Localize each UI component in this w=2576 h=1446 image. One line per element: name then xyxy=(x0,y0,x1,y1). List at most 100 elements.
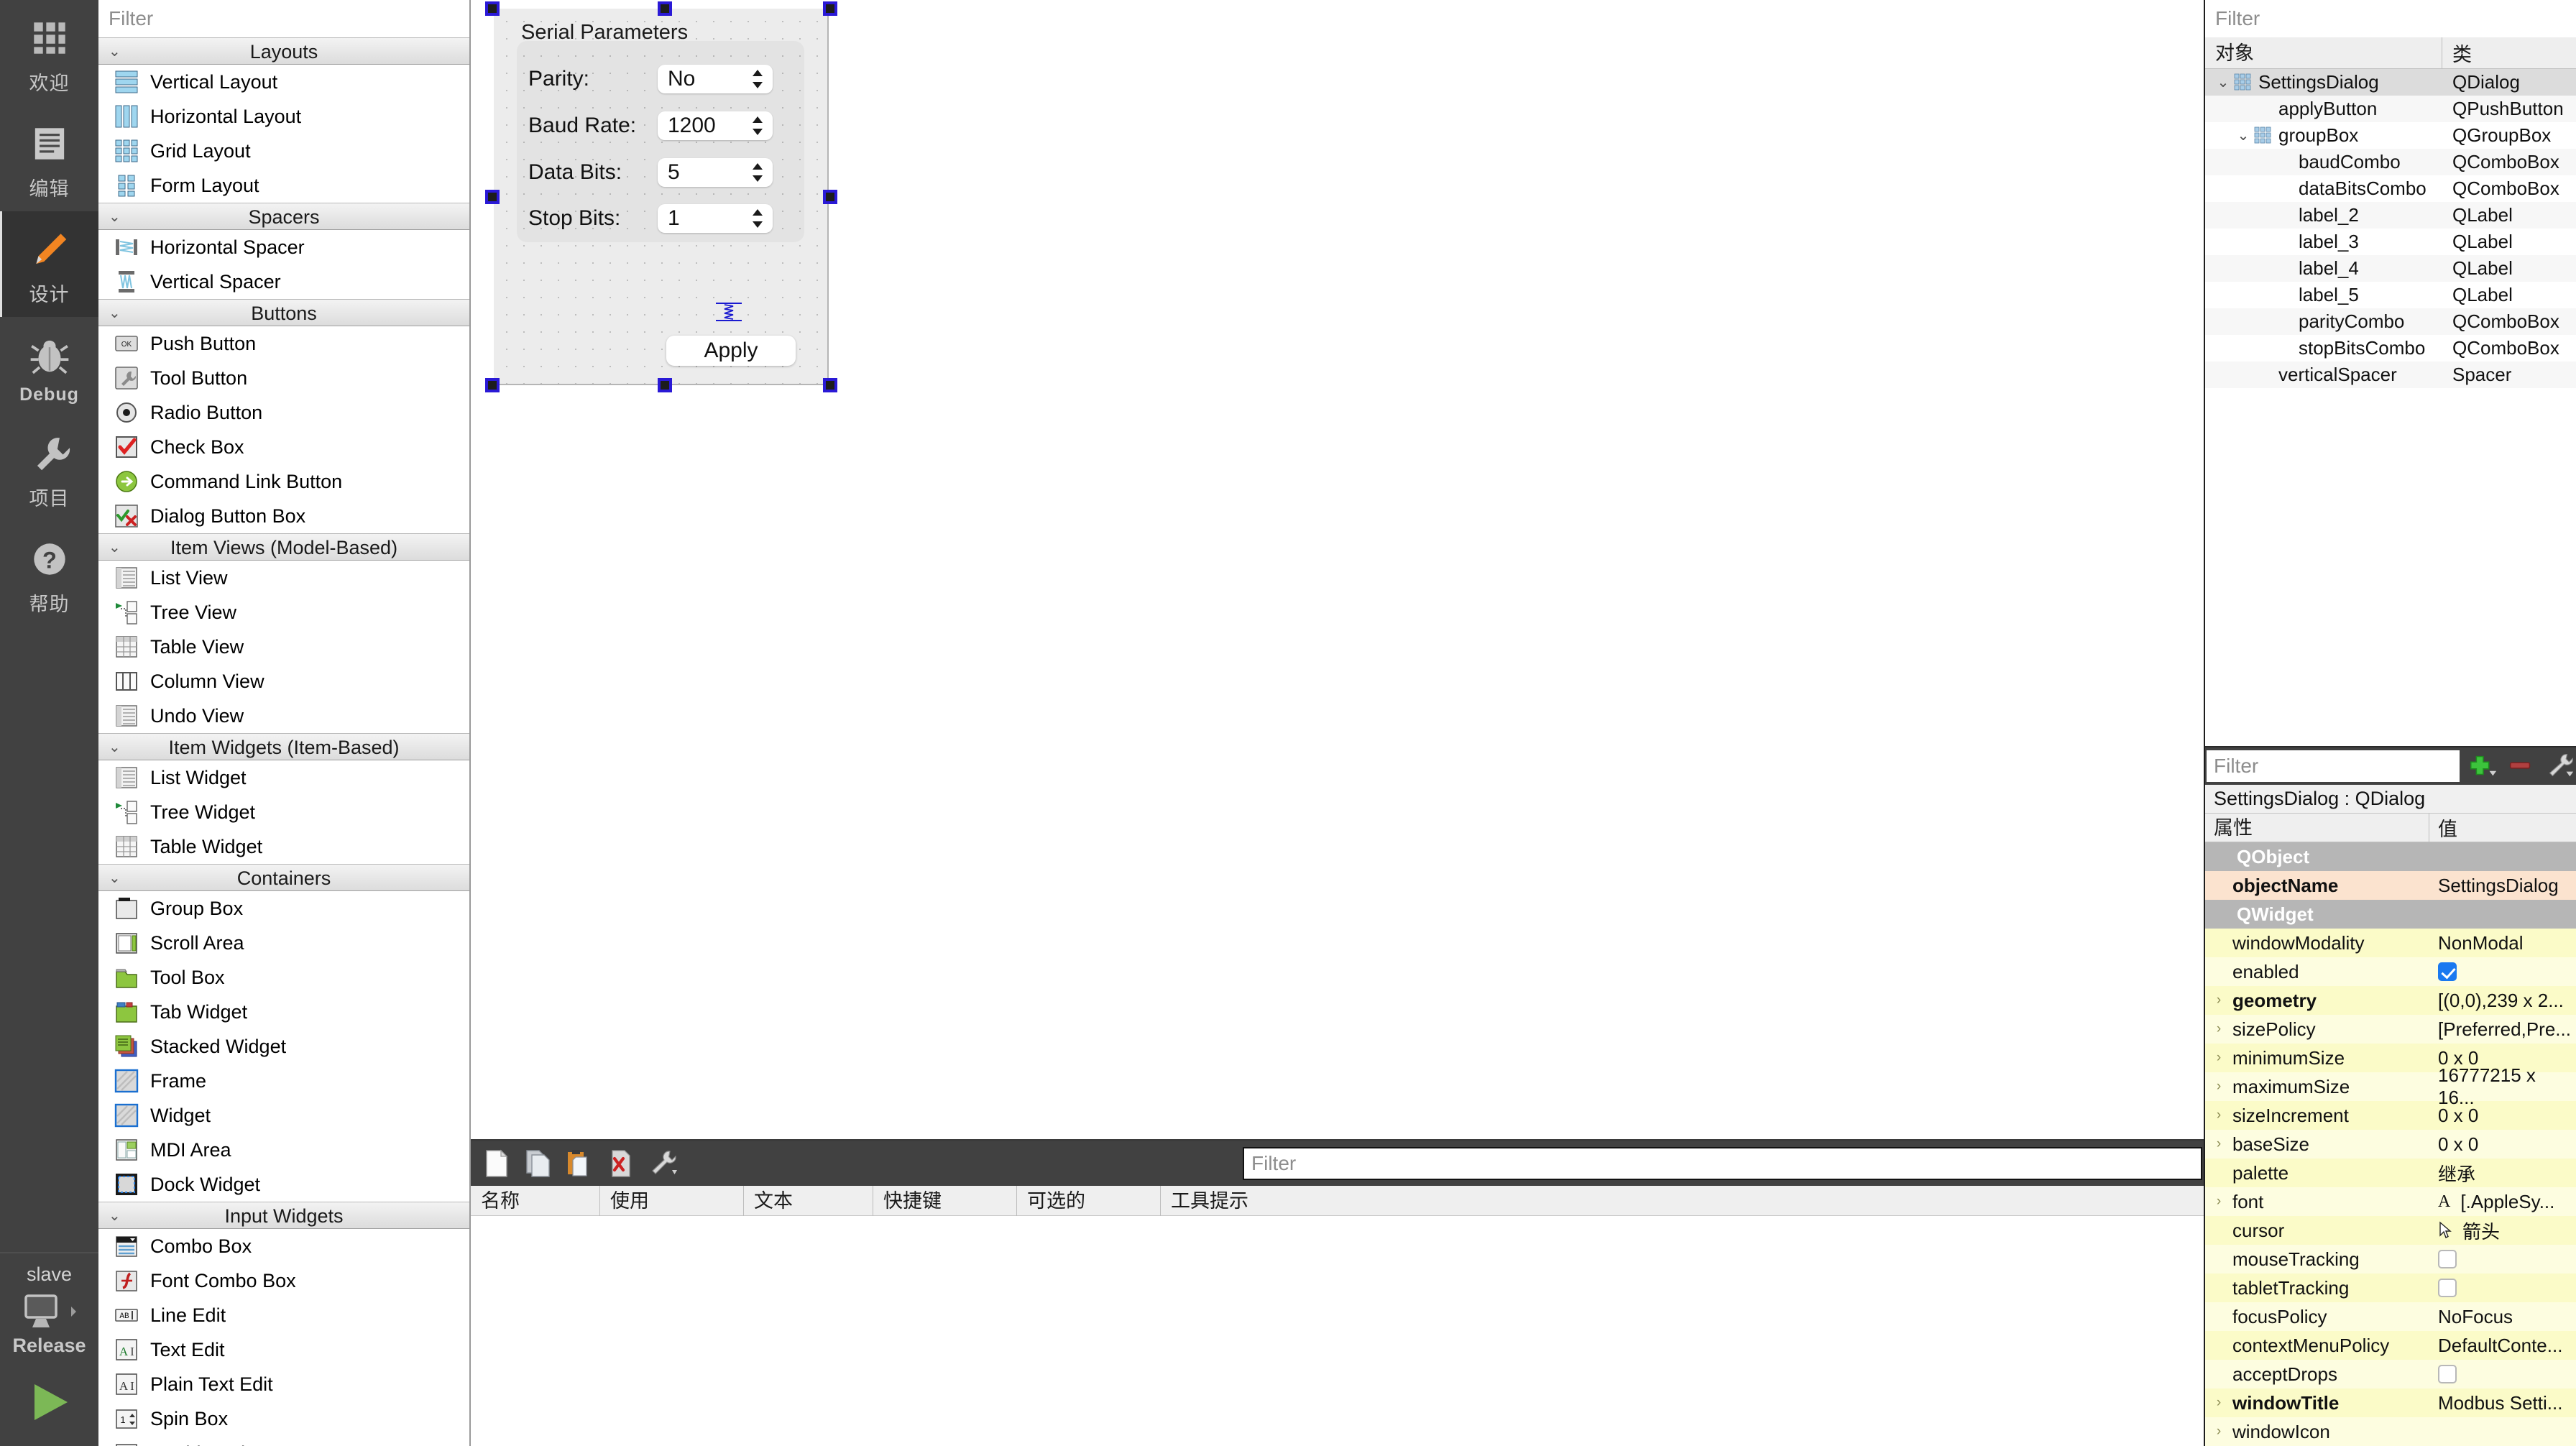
chevron-right-icon[interactable]: › xyxy=(2209,1021,2228,1037)
column-header-checkable[interactable]: 可选的 xyxy=(1017,1185,1161,1216)
selected-form-wrapper[interactable]: Serial Parameters Parity: No Baud Rate: … xyxy=(485,1,837,392)
widget-box-item[interactable]: Dialog Button Box xyxy=(98,499,469,533)
mode-item-help[interactable]: ? 帮助 xyxy=(0,521,98,627)
kit-selector[interactable]: slave Release xyxy=(0,1252,98,1446)
widget-box-list[interactable]: ⌄ Layouts Vertical Layout Horizontal Layout… xyxy=(98,37,469,1446)
property-checkbox[interactable] xyxy=(2438,1279,2457,1297)
widget-box-filter-input[interactable] xyxy=(98,0,469,37)
chevron-right-icon[interactable]: › xyxy=(2209,1107,2228,1123)
object-inspector-row[interactable]: ⌄ SettingsDialog QDialog xyxy=(2205,69,2576,96)
object-inspector-row[interactable]: baudCombo QComboBox xyxy=(2205,149,2576,175)
widget-box-item[interactable]: 1.2 Double Spin Box xyxy=(98,1436,469,1446)
baud-rate-combo[interactable]: 1200 xyxy=(658,111,773,140)
chevron-down-icon[interactable]: ⌄ xyxy=(2232,126,2254,144)
widget-box-item[interactable]: Vertical Spacer xyxy=(98,264,469,299)
widget-box-item[interactable]: A I Text Edit xyxy=(98,1332,469,1367)
object-inspector-filter-input[interactable] xyxy=(2205,0,2576,37)
widget-box-item[interactable]: Widget xyxy=(98,1098,469,1133)
widget-box-item[interactable]: Radio Button xyxy=(98,395,469,430)
mode-item-edit[interactable]: 编辑 xyxy=(0,106,98,211)
widget-box-item[interactable]: Vertical Layout xyxy=(98,65,469,99)
widget-box-category-header[interactable]: ⌄ Item Views (Model-Based) xyxy=(98,533,469,561)
property-checkbox[interactable] xyxy=(2438,962,2457,981)
chevron-right-icon[interactable]: › xyxy=(2209,993,2228,1008)
property-row[interactable]: objectName SettingsDialog xyxy=(2205,871,2576,900)
widget-box-item[interactable]: Stacked Widget xyxy=(98,1029,469,1064)
column-header-class[interactable]: 类 xyxy=(2442,39,2472,67)
mode-item-projects[interactable]: 项目 xyxy=(0,415,98,521)
property-row[interactable]: acceptDrops xyxy=(2205,1360,2576,1389)
widget-box-item[interactable]: Combo Box xyxy=(98,1229,469,1263)
chevron-right-icon[interactable]: › xyxy=(2209,1136,2228,1152)
apply-button[interactable]: Apply xyxy=(666,336,796,366)
widget-box-item[interactable]: Tree View xyxy=(98,595,469,630)
widget-box-item[interactable]: Grid Layout xyxy=(98,134,469,168)
column-header-shortcut[interactable]: 快捷键 xyxy=(873,1185,1017,1216)
chevron-right-icon[interactable]: › xyxy=(2209,1424,2228,1440)
chevron-right-icon[interactable]: › xyxy=(2209,1395,2228,1411)
property-row[interactable]: › font A [.AppleSy... xyxy=(2205,1187,2576,1216)
property-checkbox[interactable] xyxy=(2438,1250,2457,1268)
column-header-name[interactable]: 名称 xyxy=(471,1185,600,1216)
mode-item-debug[interactable]: Debug xyxy=(0,317,98,415)
form-workspace[interactable]: Serial Parameters Parity: No Baud Rate: … xyxy=(471,0,2204,1139)
object-inspector-row[interactable]: applyButton QPushButton xyxy=(2205,96,2576,122)
resize-handle-top-center[interactable] xyxy=(658,1,672,16)
widget-box-item[interactable]: Check Box xyxy=(98,430,469,464)
widget-box-item[interactable]: Command Link Button xyxy=(98,464,469,499)
resize-handle-bottom-center[interactable] xyxy=(658,378,672,392)
property-row[interactable]: › windowTitle Modbus Setti... xyxy=(2205,1389,2576,1417)
resize-handle-top-right[interactable] xyxy=(823,1,837,16)
chevron-right-icon[interactable]: › xyxy=(2209,1079,2228,1095)
widget-box-category-header[interactable]: ⌄ Layouts xyxy=(98,37,469,65)
property-row[interactable]: › maximumSize 16777215 x 16... xyxy=(2205,1064,2576,1108)
delete-action-icon[interactable] xyxy=(606,1148,636,1179)
action-editor-rows[interactable] xyxy=(471,1216,2204,1446)
mode-item-welcome[interactable]: 欢迎 xyxy=(0,0,98,106)
widget-box-item[interactable]: Column View xyxy=(98,664,469,699)
resize-handle-middle-left[interactable] xyxy=(485,190,500,204)
widget-box-item[interactable]: Tool Button xyxy=(98,361,469,395)
resize-handle-middle-right[interactable] xyxy=(823,190,837,204)
paste-action-icon[interactable] xyxy=(564,1148,594,1179)
column-header-text[interactable]: 文本 xyxy=(744,1185,873,1216)
object-inspector-row[interactable]: stopBitsCombo QComboBox xyxy=(2205,335,2576,362)
new-action-icon[interactable] xyxy=(481,1148,511,1179)
property-row[interactable]: focusPolicy NoFocus xyxy=(2205,1302,2576,1331)
column-header-property[interactable]: 属性 xyxy=(2205,813,2429,842)
property-row[interactable]: › baseSize 0 x 0 xyxy=(2205,1130,2576,1159)
widget-box-item[interactable]: Form Layout xyxy=(98,168,469,203)
column-header-object[interactable]: 对象 xyxy=(2205,37,2442,69)
property-checkbox[interactable] xyxy=(2438,1365,2457,1383)
property-row[interactable]: contextMenuPolicy DefaultConte... xyxy=(2205,1331,2576,1360)
property-row[interactable]: › windowIcon xyxy=(2205,1417,2576,1446)
chevron-right-icon[interactable]: › xyxy=(2209,1194,2228,1210)
column-header-tooltip[interactable]: 工具提示 xyxy=(1161,1186,1398,1216)
object-inspector-row[interactable]: label_3 QLabel xyxy=(2205,229,2576,255)
object-inspector-row[interactable]: dataBitsCombo QComboBox xyxy=(2205,175,2576,202)
widget-box-item[interactable]: Tab Widget xyxy=(98,995,469,1029)
object-inspector-row[interactable]: label_2 QLabel xyxy=(2205,202,2576,229)
object-inspector-row[interactable]: label_5 QLabel xyxy=(2205,282,2576,308)
widget-box-item[interactable]: Font Combo Box xyxy=(98,1263,469,1298)
resize-handle-bottom-right[interactable] xyxy=(823,378,837,392)
property-row[interactable]: › geometry [(0,0),239 x 2... xyxy=(2205,986,2576,1015)
chevron-down-icon[interactable]: ⌄ xyxy=(2212,73,2234,91)
widget-box-item[interactable]: Tool Box xyxy=(98,960,469,995)
object-inspector-row[interactable]: label_4 QLabel xyxy=(2205,255,2576,282)
property-editor-filter-input[interactable] xyxy=(2207,750,2460,782)
resize-handle-bottom-left[interactable] xyxy=(485,378,500,392)
copy-action-icon[interactable] xyxy=(523,1148,553,1179)
data-bits-combo[interactable]: 5 xyxy=(658,158,773,187)
property-row[interactable]: windowModality NonModal xyxy=(2205,929,2576,957)
widget-box-category-header[interactable]: ⌄ Spacers xyxy=(98,203,469,230)
widget-box-category-header[interactable]: ⌄ Input Widgets xyxy=(98,1202,469,1229)
form-editor-canvas[interactable]: Serial Parameters Parity: No Baud Rate: … xyxy=(471,0,2204,1446)
resize-handle-top-left[interactable] xyxy=(485,1,500,16)
widget-box-item[interactable]: MDI Area xyxy=(98,1133,469,1167)
widget-box-item[interactable]: 1 Spin Box xyxy=(98,1401,469,1436)
configure-icon[interactable] xyxy=(2544,752,2576,780)
property-row[interactable]: cursor 箭头 xyxy=(2205,1216,2576,1245)
run-button[interactable] xyxy=(23,1380,76,1424)
remove-icon[interactable] xyxy=(2506,752,2537,780)
